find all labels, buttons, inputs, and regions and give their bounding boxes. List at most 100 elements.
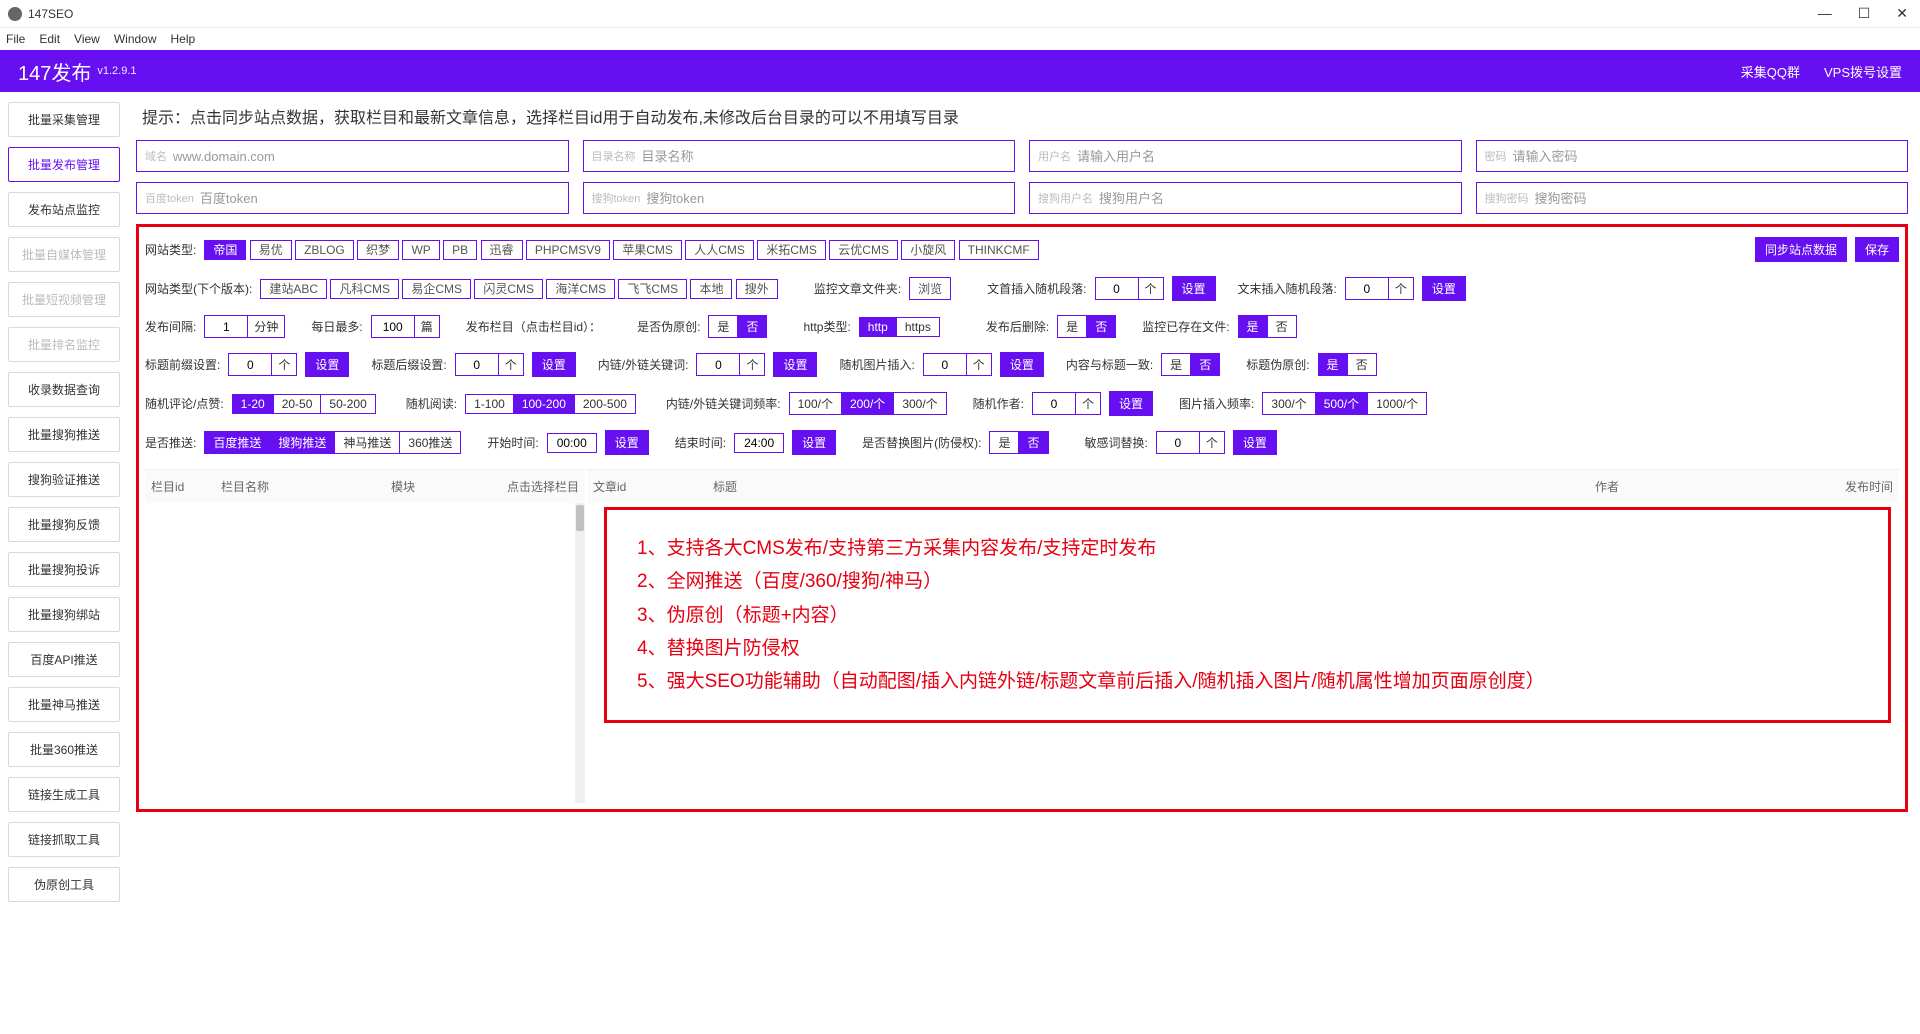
title-prefix-set[interactable]: 设置	[305, 352, 349, 377]
sidebar-item-15[interactable]: 链接生成工具	[8, 777, 120, 812]
pseudo-orig-opt-1[interactable]: 否	[738, 315, 767, 338]
site-type-option-11[interactable]: 云优CMS	[829, 240, 898, 260]
sidebar-item-1[interactable]: 批量发布管理	[8, 147, 120, 182]
title-suffix-set[interactable]: 设置	[532, 352, 576, 377]
rand-img-set[interactable]: 设置	[1000, 352, 1044, 377]
site-type-option-6[interactable]: 迅睿	[481, 240, 523, 260]
menu-view[interactable]: View	[74, 32, 100, 46]
link-kw-input[interactable]	[696, 353, 740, 376]
link-freq-opt-1[interactable]: 200/个	[842, 392, 894, 415]
credential-r1-input-0[interactable]	[173, 149, 560, 164]
del-after-opt-1[interactable]: 否	[1087, 315, 1116, 338]
rand-read-opt-2[interactable]: 200-500	[575, 394, 636, 414]
site-type-option-1[interactable]: 易优	[250, 240, 292, 260]
site-type-next-option-3[interactable]: 闪灵CMS	[474, 279, 543, 299]
site-type-option-7[interactable]: PHPCMSV9	[526, 240, 610, 260]
maximize-icon[interactable]: ☐	[1854, 5, 1875, 22]
menu-edit[interactable]: Edit	[39, 32, 60, 46]
insert-tail-set[interactable]: 设置	[1422, 276, 1466, 301]
end-time-set[interactable]: 设置	[792, 430, 836, 455]
site-type-option-5[interactable]: PB	[443, 240, 477, 260]
site-type-next-option-7[interactable]: 搜外	[736, 279, 778, 299]
header-link-qq[interactable]: 采集QQ群	[1741, 62, 1800, 81]
insert-tail-input[interactable]	[1345, 277, 1389, 300]
sidebar-item-8[interactable]: 搜狗验证推送	[8, 462, 120, 497]
rand-comment-opt-2[interactable]: 50-200	[321, 394, 375, 414]
sidebar-item-7[interactable]: 批量搜狗推送	[8, 417, 120, 452]
replace-img-opt-0[interactable]: 是	[989, 431, 1019, 454]
img-freq-opt-1[interactable]: 500/个	[1316, 392, 1368, 415]
push-opt-0[interactable]: 百度推送	[204, 431, 270, 454]
sidebar-item-16[interactable]: 链接抓取工具	[8, 822, 120, 857]
link-freq-opt-2[interactable]: 300/个	[894, 392, 946, 415]
insert-head-input[interactable]	[1095, 277, 1139, 300]
credential-r2-input-2[interactable]	[1099, 191, 1453, 206]
site-type-option-4[interactable]: WP	[402, 240, 439, 260]
sidebar-item-12[interactable]: 百度API推送	[8, 642, 120, 677]
daily-max-input[interactable]	[371, 315, 415, 338]
credential-r1-input-1[interactable]	[642, 149, 1007, 164]
scroll-thumb[interactable]	[576, 505, 584, 531]
sidebar-item-0[interactable]: 批量采集管理	[8, 102, 120, 137]
sidebar-item-17[interactable]: 伪原创工具	[8, 867, 120, 902]
browse-button[interactable]: 浏览	[909, 277, 951, 300]
site-type-next-option-6[interactable]: 本地	[690, 279, 732, 299]
site-type-option-13[interactable]: THINKCMF	[959, 240, 1039, 260]
title-prefix-input[interactable]	[228, 353, 272, 376]
site-type-option-10[interactable]: 米拓CMS	[757, 240, 826, 260]
site-type-next-option-2[interactable]: 易企CMS	[402, 279, 471, 299]
sidebar-item-6[interactable]: 收录数据查询	[8, 372, 120, 407]
credential-r1-input-2[interactable]	[1077, 149, 1453, 164]
site-type-option-3[interactable]: 织梦	[357, 240, 399, 260]
credential-r1-input-3[interactable]	[1513, 149, 1900, 164]
rand-comment-opt-1[interactable]: 20-50	[274, 394, 322, 414]
push-opt-2[interactable]: 神马推送	[335, 431, 400, 454]
push-opt-3[interactable]: 360推送	[400, 431, 461, 454]
push-opt-1[interactable]: 搜狗推送	[270, 431, 335, 454]
sidebar-item-14[interactable]: 批量360推送	[8, 732, 120, 767]
sync-button[interactable]: 同步站点数据	[1755, 237, 1847, 262]
rand-author-set[interactable]: 设置	[1109, 391, 1153, 416]
mon-exist-opt-1[interactable]: 否	[1268, 315, 1297, 338]
site-type-next-option-1[interactable]: 凡科CMS	[330, 279, 399, 299]
site-type-option-9[interactable]: 人人CMS	[685, 240, 754, 260]
credential-r2-input-0[interactable]	[200, 191, 560, 206]
http-type-opt-1[interactable]: https	[897, 317, 940, 337]
menu-window[interactable]: Window	[114, 32, 157, 46]
sidebar-item-2[interactable]: 发布站点监控	[8, 192, 120, 227]
site-type-next-option-0[interactable]: 建站ABC	[260, 279, 327, 299]
end-time-input[interactable]	[734, 433, 784, 453]
http-type-opt-0[interactable]: http	[859, 317, 897, 337]
table-left-body[interactable]	[145, 503, 585, 803]
title-pseudo-opt-1[interactable]: 否	[1348, 353, 1377, 376]
rand-comment-opt-0[interactable]: 1-20	[232, 394, 274, 414]
img-freq-opt-2[interactable]: 1000/个	[1368, 392, 1427, 415]
sidebar-item-11[interactable]: 批量搜狗绑站	[8, 597, 120, 632]
scrollbar[interactable]	[575, 503, 585, 803]
title-suffix-input[interactable]	[455, 353, 499, 376]
rand-read-opt-0[interactable]: 1-100	[465, 394, 514, 414]
img-freq-opt-0[interactable]: 300/个	[1262, 392, 1315, 415]
site-type-option-2[interactable]: ZBLOG	[295, 240, 354, 260]
sidebar-item-3[interactable]: 批量自媒体管理	[8, 237, 120, 272]
interval-input[interactable]	[204, 315, 248, 338]
site-type-option-8[interactable]: 苹果CMS	[613, 240, 682, 260]
insert-head-set[interactable]: 设置	[1172, 276, 1216, 301]
menu-file[interactable]: File	[6, 32, 25, 46]
title-pseudo-opt-0[interactable]: 是	[1318, 353, 1348, 376]
sidebar-item-9[interactable]: 批量搜狗反馈	[8, 507, 120, 542]
header-link-vps[interactable]: VPS拨号设置	[1824, 62, 1902, 81]
link-kw-set[interactable]: 设置	[773, 352, 817, 377]
rand-author-input[interactable]	[1032, 392, 1076, 415]
content-title-opt-0[interactable]: 是	[1161, 353, 1191, 376]
rand-read-opt-1[interactable]: 100-200	[514, 394, 575, 414]
credential-r2-input-3[interactable]	[1535, 191, 1900, 206]
sidebar-item-10[interactable]: 批量搜狗投诉	[8, 552, 120, 587]
menu-help[interactable]: Help	[171, 32, 196, 46]
site-type-next-option-4[interactable]: 海洋CMS	[546, 279, 615, 299]
sidebar-item-13[interactable]: 批量神马推送	[8, 687, 120, 722]
site-type-option-12[interactable]: 小旋风	[901, 240, 955, 260]
content-title-opt-1[interactable]: 否	[1191, 353, 1220, 376]
rand-img-input[interactable]	[923, 353, 967, 376]
sidebar-item-4[interactable]: 批量短视频管理	[8, 282, 120, 317]
